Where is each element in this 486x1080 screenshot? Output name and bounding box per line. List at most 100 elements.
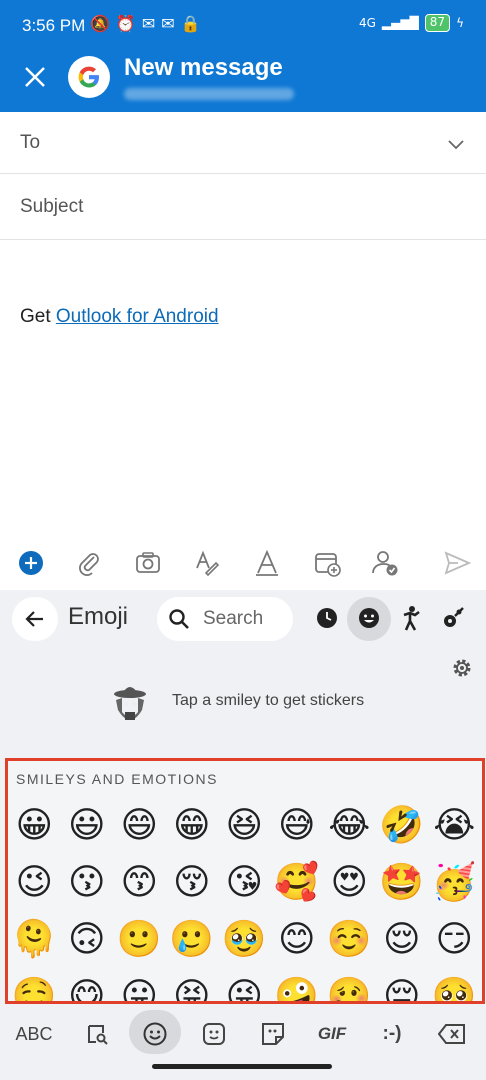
emoji-key[interactable]: 🥳 (428, 854, 481, 911)
abc-button[interactable]: ABC (14, 1014, 54, 1054)
account-email-blurred (124, 88, 294, 100)
emoji-panel: SMILEYS AND EMOTIONS 😀 😃 😄 😁 😆 😅 😂 🤣 😭 😉 😗 😙 😚 😘 🥰 😍 🤩 🥳 🫠… (5, 758, 485, 1004)
emoji-key[interactable]: 😃 (61, 797, 114, 854)
chevron-down-icon[interactable] (446, 134, 466, 154)
page-title: New message (124, 54, 283, 81)
emoji-key[interactable]: 😁 (166, 797, 219, 854)
emoji-key[interactable]: 🥺 (428, 968, 481, 1001)
status-bar: 3:56 PM 🔕 ⏰ ✉ ✉ 🔒 4G ▂▄▆█ 87 ϟ (0, 0, 486, 50)
emoji-key[interactable]: 😂 (323, 797, 376, 854)
emoji-key[interactable]: 🫠 (8, 911, 61, 968)
activity-icon[interactable] (396, 603, 426, 633)
emoji-key[interactable]: 😚 (166, 854, 219, 911)
gear-icon[interactable] (450, 656, 474, 680)
subject-field[interactable]: Subject (0, 174, 486, 240)
arrow-left-icon (25, 611, 43, 627)
emoji-key[interactable]: 😊 (271, 911, 324, 968)
back-button[interactable] (12, 597, 58, 641)
sticker-hint[interactable]: Tap a smiley to get stickers (0, 682, 486, 732)
emoji-key[interactable]: 😄 (113, 797, 166, 854)
emoji-key[interactable]: 🙃 (61, 911, 114, 968)
emoji-key[interactable]: 😍 (323, 854, 376, 911)
emoji-key[interactable]: 😆 (218, 797, 271, 854)
emoji-key[interactable]: 😋 (61, 968, 114, 1001)
smiley-icon[interactable] (354, 603, 384, 633)
mute-icon: 🔕 (90, 14, 110, 33)
camera-icon[interactable] (133, 548, 163, 578)
status-time: 3:56 PM (22, 16, 86, 35)
google-icon (78, 66, 99, 88)
emoji-key[interactable]: 😝 (166, 968, 219, 1001)
emoji-key[interactable]: 🥹 (218, 911, 271, 968)
sticker-tab-icon[interactable] (197, 1014, 231, 1054)
emoji-key[interactable]: 🥰 (271, 854, 324, 911)
format-text-icon[interactable] (192, 548, 222, 578)
emoji-search[interactable]: Search (157, 597, 293, 641)
emoji-key[interactable]: 🥲 (166, 911, 219, 968)
network-label: 4G (358, 16, 376, 30)
notification-icons: 🔕 ⏰ ✉ ✉ 🔒 (90, 14, 201, 33)
calendar-add-icon[interactable] (312, 548, 342, 578)
mail-icon-2: ✉ (161, 14, 175, 33)
compose-toolbar (0, 534, 486, 590)
emoji-key[interactable]: 😌 (376, 911, 429, 968)
to-label: To (20, 132, 41, 153)
emoji-key[interactable]: 😘 (218, 854, 271, 911)
charging-icon: ϟ (456, 16, 464, 30)
keyboard-title: Emoji (68, 603, 129, 630)
lock-icon: 🔒 (180, 14, 201, 33)
section-title: SMILEYS AND EMOTIONS (16, 771, 218, 787)
emoji-key[interactable]: 😏 (428, 911, 481, 968)
emoji-key[interactable]: 🤣 (376, 797, 429, 854)
status-right: 4G ▂▄▆█ 87 ϟ (359, 14, 464, 32)
emoji-keyboard: Emoji Search Tap a smiley to get sticker… (0, 590, 486, 1080)
sticker-cowboy-icon (114, 687, 146, 720)
emoji-key[interactable]: 😜 (218, 968, 271, 1001)
add-icon[interactable] (16, 548, 46, 578)
search-icon (169, 609, 189, 629)
emoji-key[interactable]: 😔 (376, 968, 429, 1001)
objects-icon[interactable] (438, 603, 468, 633)
sticker-hint-text: Tap a smiley to get stickers (172, 692, 365, 709)
keyboard-bottom-bar: ABC GIF :-) (0, 1006, 486, 1070)
account-avatar[interactable] (68, 56, 110, 98)
emoji-key[interactable]: 😉 (8, 854, 61, 911)
backspace-icon[interactable] (434, 1014, 470, 1054)
availability-icon[interactable] (370, 548, 400, 578)
alarm-icon: ⏰ (115, 14, 136, 33)
emoji-tab-icon[interactable] (138, 1014, 172, 1054)
emoticon-tab[interactable]: :-) (372, 1014, 412, 1054)
outlook-link[interactable]: Outlook for Android (56, 306, 219, 327)
emoji-key[interactable]: 🤪 (271, 968, 324, 1001)
body-prefix: Get (20, 306, 56, 327)
draw-icon[interactable] (252, 548, 282, 578)
signal-icon: ▂▄▆█ (381, 16, 419, 30)
emoji-key[interactable]: 😗 (61, 854, 114, 911)
send-icon[interactable] (442, 548, 472, 578)
emoji-grid: 😀 😃 😄 😁 😆 😅 😂 🤣 😭 😉 😗 😙 😚 😘 🥰 😍 🤩 🥳 🫠 🙃 🙂 🥲 🥹 😊 ☺️ 😌 😏 🤤 😋 😛 😝 😜 🤪 🥴 😔 🥺 (8, 797, 482, 1001)
emoji-key[interactable]: 😙 (113, 854, 166, 911)
message-body[interactable]: Get Outlook for Android (20, 306, 219, 328)
battery-indicator: 87 (424, 14, 451, 32)
subject-label: Subject (20, 196, 84, 217)
to-field[interactable]: To (0, 112, 486, 174)
emoji-search-icon[interactable] (80, 1014, 114, 1054)
emoji-key[interactable]: 🤤 (8, 968, 61, 1001)
compose-header: New message (0, 50, 486, 112)
emoji-key[interactable]: 🥴 (323, 968, 376, 1001)
gif-tab[interactable]: GIF (312, 1014, 352, 1054)
emoji-key[interactable]: 🙂 (113, 911, 166, 968)
emoji-key[interactable]: 😅 (271, 797, 324, 854)
attach-icon[interactable] (74, 548, 104, 578)
bitmoji-tab-icon[interactable] (256, 1014, 290, 1054)
app-header-bar: 3:56 PM 🔕 ⏰ ✉ ✉ 🔒 4G ▂▄▆█ 87 ϟ New messa… (0, 0, 486, 112)
emoji-key[interactable]: 😭 (428, 797, 481, 854)
mail-icon: ✉ (141, 14, 156, 33)
close-icon[interactable] (18, 60, 52, 94)
recent-icon[interactable] (312, 603, 342, 633)
emoji-key[interactable]: 😛 (113, 968, 166, 1001)
keyboard-top-bar: Emoji Search (0, 590, 486, 648)
emoji-key[interactable]: 🤩 (376, 854, 429, 911)
emoji-key[interactable]: ☺️ (323, 911, 376, 968)
emoji-key[interactable]: 😀 (8, 797, 61, 854)
